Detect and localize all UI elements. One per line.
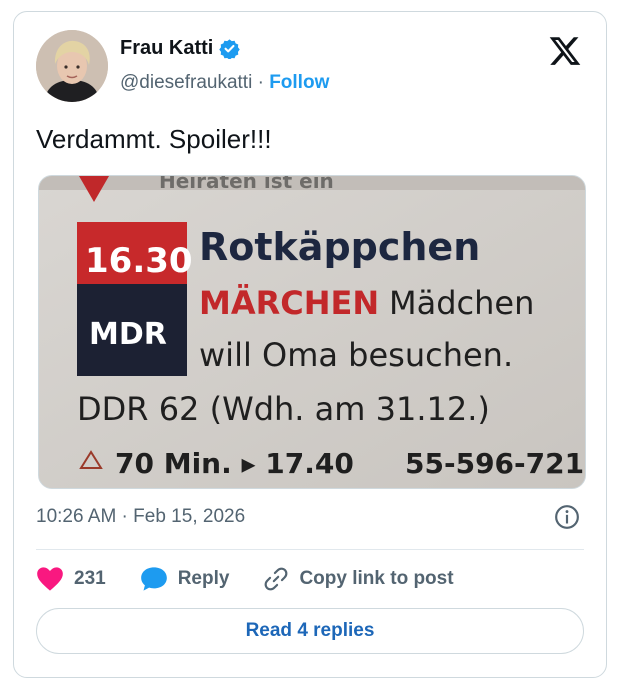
info-icon[interactable] [554,504,580,530]
heart-icon [37,567,63,591]
media-code-text: 55-596-721 [405,447,584,480]
media-origin-text: DDR 62 (Wdh. am 31.12.) [77,390,490,428]
copy-link-label: Copy link to post [299,568,454,589]
media-duration-text: 70 Min. ▸ 17.40 [115,447,354,480]
author-handle-row: @diesefraukatti · Follow [120,72,329,94]
tweet-media-image[interactable]: Heiraten ist ein 16.30 MDR Rotkäppchen M… [38,175,586,489]
media-time-text: 16.30 [85,241,193,281]
tweet-timestamp[interactable]: 10:26 AM · Feb 15, 2026 [36,506,245,528]
media-title-text: Rotkäppchen [199,225,480,269]
reply-label: Reply [177,568,230,589]
link-icon [265,567,288,591]
media-channel-text: MDR [89,317,167,352]
author-display-name[interactable]: Frau Katti [120,37,213,60]
media-genre-text: MÄRCHEN [199,284,379,322]
media-desc-line1: Mädchen [389,284,534,322]
separator-dot: · [257,72,264,93]
divider [36,549,584,550]
author-name-row: Frau Katti [120,37,241,60]
follow-button[interactable]: Follow [269,72,329,93]
media-top-partial-text: Heiraten ist ein [159,176,334,193]
like-button[interactable]: 231 [36,566,106,592]
verified-badge-icon [219,39,241,59]
copy-link-button[interactable]: Copy link to post [263,566,454,592]
avatar[interactable] [36,30,108,102]
reply-button[interactable]: Reply [140,566,230,592]
author-handle[interactable]: @diesefraukatti [120,72,252,93]
tweet-text: Verdammt. Spoiler!!! [36,124,272,154]
reply-bubble-icon [140,567,167,591]
action-bar: 231 Reply Copy link to post [36,564,488,594]
like-count: 231 [74,568,106,589]
x-logo-icon[interactable] [548,34,582,68]
tweet-card: Frau Katti @diesefraukatti · Follow Verd… [13,11,607,678]
media-desc-line2: will Oma besuchen. [199,336,513,374]
read-replies-button[interactable]: Read 4 replies [36,608,584,654]
